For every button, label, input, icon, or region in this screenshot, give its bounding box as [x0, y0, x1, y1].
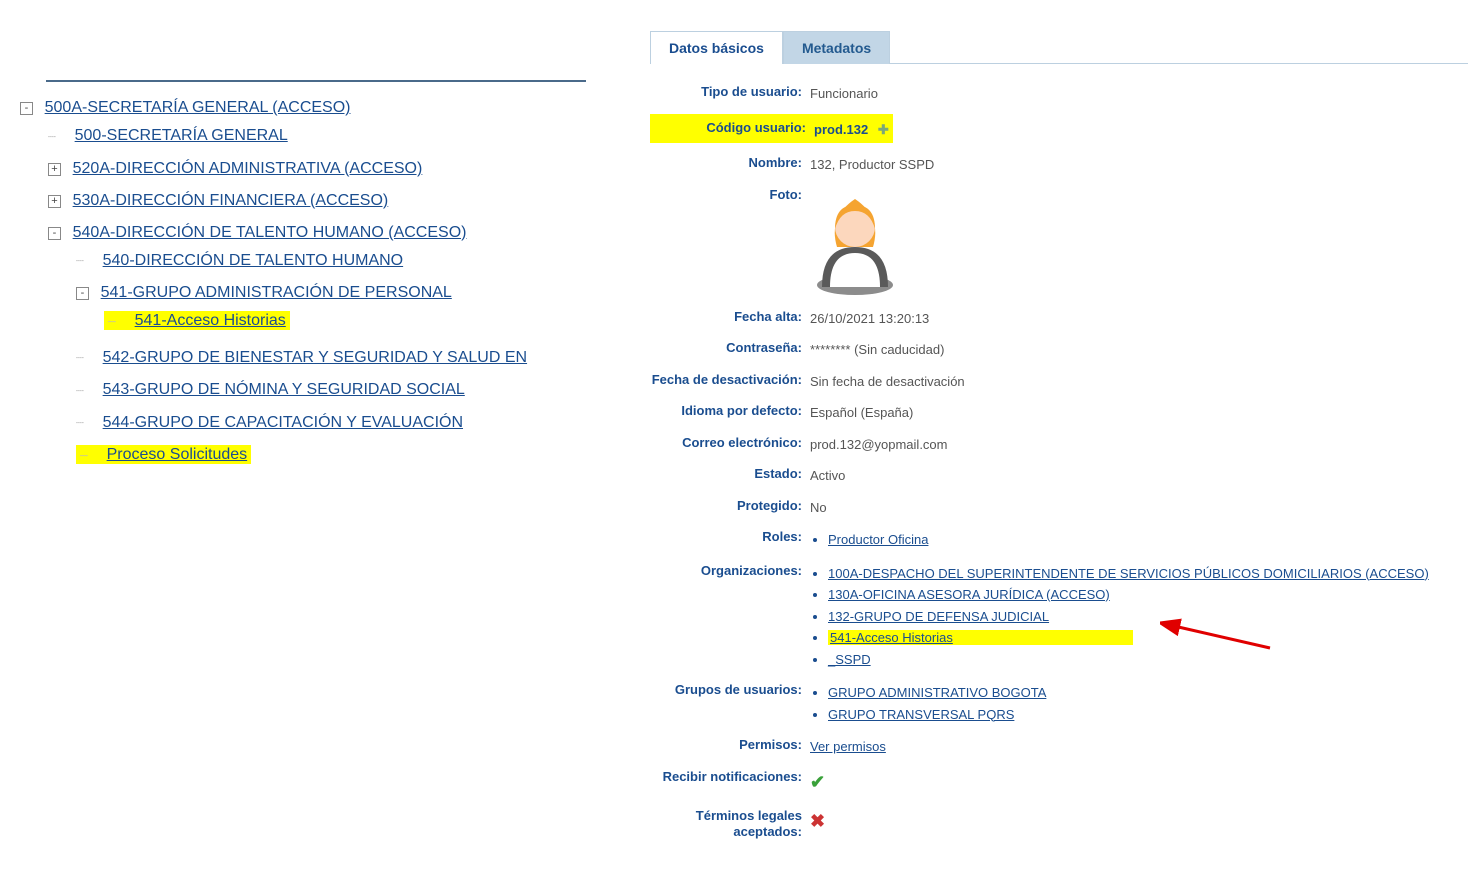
org-link[interactable]: 132-GRUPO DE DEFENSA JUDICIAL	[828, 609, 1049, 624]
label-foto: Foto:	[650, 185, 810, 204]
label-nombre: Nombre:	[650, 153, 810, 172]
value-correo: prod.132@yopmail.com	[810, 433, 947, 455]
label-contrasena: Contraseña:	[650, 338, 810, 357]
group-link[interactable]: GRUPO TRANSVERSAL PQRS	[828, 707, 1014, 722]
label-organizaciones: Organizaciones:	[650, 561, 810, 580]
value-codigo-usuario: prod.132	[814, 122, 868, 137]
label-roles: Roles:	[650, 527, 810, 546]
label-terminos: Términos legales aceptados:	[650, 806, 810, 842]
tree-node-530a[interactable]: 530A-DIRECCIÓN FINANCIERA (ACCESO)	[73, 192, 389, 209]
label-idioma: Idioma por defecto:	[650, 401, 810, 420]
value-estado: Activo	[810, 464, 845, 486]
cross-icon: ✖	[810, 811, 825, 831]
tree-node-520a[interactable]: 520A-DIRECCIÓN ADMINISTRATIVA (ACCESO)	[73, 160, 423, 177]
tree-leaf-icon: ┈	[80, 444, 95, 468]
label-estado: Estado:	[650, 464, 810, 483]
label-notificaciones: Recibir notificaciones:	[650, 767, 810, 786]
role-link[interactable]: Productor Oficina	[828, 532, 928, 547]
org-link-highlighted[interactable]: 541-Acceso Historias	[828, 630, 1133, 645]
ver-permisos-link[interactable]: Ver permisos	[810, 739, 886, 754]
tree-node-500[interactable]: 500-SECRETARÍA GENERAL	[75, 127, 288, 144]
tree-node-542[interactable]: 542-GRUPO DE BIENESTAR Y SEGURIDAD Y SAL…	[103, 349, 527, 366]
value-contrasena: ******** (Sin caducidad)	[810, 338, 944, 360]
check-icon: ✔	[810, 772, 825, 792]
tree-leaf-icon: ┈	[76, 411, 91, 435]
value-fecha-alta: 26/10/2021 13:20:13	[810, 307, 929, 329]
tree-leaf-icon: ┈	[108, 310, 123, 334]
tab-datos-basicos[interactable]: Datos básicos	[650, 31, 783, 64]
label-permisos: Permisos:	[650, 735, 810, 754]
value-tipo-usuario: Funcionario	[810, 82, 878, 104]
tree-separator	[46, 80, 586, 82]
tree-leaf-icon: ┈	[76, 249, 91, 273]
label-tipo-usuario: Tipo de usuario:	[650, 82, 810, 101]
label-codigo-usuario: Código usuario:	[654, 118, 814, 137]
org-link[interactable]: _SSPD	[828, 652, 871, 667]
tree-node-540a[interactable]: 540A-DIRECCIÓN DE TALENTO HUMANO (ACCESO…	[73, 224, 467, 241]
tree-node-500a[interactable]: 500A-SECRETARÍA GENERAL (ACCESO)	[45, 99, 351, 116]
tree-leaf-icon: ┈	[76, 346, 91, 370]
label-protegido: Protegido:	[650, 496, 810, 515]
label-grupos: Grupos de usuarios:	[650, 680, 810, 699]
user-details: Tipo de usuario: Funcionario Código usua…	[640, 82, 1468, 841]
value-fecha-desact: Sin fecha de desactivación	[810, 370, 965, 392]
value-nombre: 132, Productor SSPD	[810, 153, 934, 175]
tree-node-proceso[interactable]: Proceso Solicitudes	[107, 446, 248, 463]
tree-expand-icon[interactable]: +	[48, 195, 61, 208]
org-link[interactable]: 100A-DESPACHO DEL SUPERINTENDENTE DE SER…	[828, 566, 1429, 581]
tree-node-541-acceso[interactable]: 541-Acceso Historias	[135, 312, 286, 329]
label-correo: Correo electrónico:	[650, 433, 810, 452]
tabs: Datos básicos Metadatos	[650, 30, 1468, 64]
tree-leaf-icon: ┈	[48, 125, 63, 149]
org-tree: - 500A-SECRETARÍA GENERAL (ACCESO) ┈ 500…	[20, 92, 640, 480]
tree-expand-icon[interactable]: -	[48, 227, 61, 240]
group-link[interactable]: GRUPO ADMINISTRATIVO BOGOTA	[828, 685, 1046, 700]
tab-metadatos[interactable]: Metadatos	[783, 31, 890, 64]
tree-expand-icon[interactable]: -	[20, 102, 33, 115]
tree-expand-icon[interactable]: +	[48, 163, 61, 176]
value-protegido: No	[810, 496, 827, 518]
tree-node-543[interactable]: 543-GRUPO DE NÓMINA Y SEGURIDAD SOCIAL	[103, 381, 465, 398]
org-link[interactable]: 130A-OFICINA ASESORA JURÍDICA (ACCESO)	[828, 587, 1110, 602]
tree-node-544[interactable]: 544-GRUPO DE CAPACITACIÓN Y EVALUACIÓN	[103, 414, 463, 431]
label-fecha-alta: Fecha alta:	[650, 307, 810, 326]
tree-node-541[interactable]: 541-GRUPO ADMINISTRACIÓN DE PERSONAL	[101, 284, 452, 301]
value-idioma: Español (España)	[810, 401, 913, 423]
label-fecha-desact: Fecha de desactivación:	[650, 370, 810, 389]
tree-node-540[interactable]: 540-DIRECCIÓN DE TALENTO HUMANO	[103, 252, 404, 269]
tree-expand-icon[interactable]: -	[76, 287, 89, 300]
add-codigo-icon[interactable]: ✚	[878, 120, 889, 140]
avatar	[810, 187, 900, 297]
tree-leaf-icon: ┈	[76, 379, 91, 403]
